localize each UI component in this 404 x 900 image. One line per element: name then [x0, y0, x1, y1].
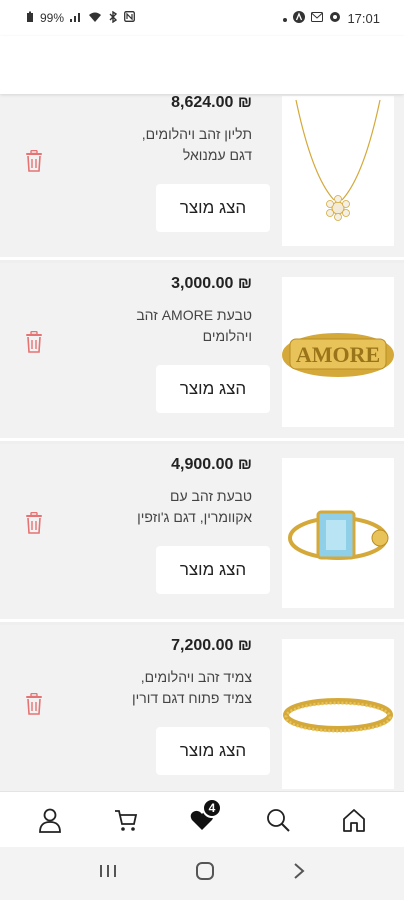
system-navigation-bar: [0, 847, 404, 900]
product-image-aquamarine[interactable]: [282, 458, 394, 608]
tab-search[interactable]: [254, 796, 302, 844]
battery-text: 99%: [40, 11, 65, 25]
app-icon: [293, 10, 306, 26]
amore-ring-image: AMORE: [282, 333, 394, 377]
trash-icon[interactable]: [24, 511, 44, 534]
product-price: ₪ 4,900.00: [171, 456, 252, 473]
status-bar: 99% 17:01: [0, 0, 404, 36]
mail-icon: [311, 11, 324, 25]
tab-profile[interactable]: [26, 796, 74, 844]
signal-icon: [70, 11, 82, 25]
app-header: [0, 36, 404, 94]
battery-icon: [26, 11, 34, 26]
pendant-necklace-image: [295, 99, 381, 221]
recents-button[interactable]: [98, 862, 118, 885]
tab-cart[interactable]: [102, 796, 150, 844]
product-image-amore[interactable]: AMORE: [282, 277, 394, 427]
status-left: 99%: [26, 10, 135, 26]
list-item: ₪ 4,900.00 טבעת זהב עם אקוומרין, דגם ג'ו…: [0, 444, 404, 622]
clock-time: 17:01: [347, 10, 380, 26]
view-product-button[interactable]: הצג מוצר: [156, 546, 270, 594]
product-image-pendant[interactable]: [282, 96, 394, 246]
product-title: טבעת זהב עם אקוומרין, דגם ג'וזפין: [137, 488, 252, 525]
wifi-icon: [88, 11, 102, 25]
wishlist-list[interactable]: ₪ 8,624.00 תליון זהב ויהלומים, דגם עמנוא…: [0, 94, 404, 791]
search-icon: [267, 808, 290, 832]
user-icon: [39, 808, 61, 833]
tab-home[interactable]: [330, 796, 378, 844]
back-button[interactable]: [292, 862, 306, 885]
list-item: AMORE ₪ 3,000.00 טבעת AMORE זהב ויהלומים…: [0, 263, 404, 441]
wishlist-count-badge: 4: [202, 797, 222, 818]
open-bracelet-image: [283, 698, 393, 733]
recents-icon: [100, 865, 117, 877]
tab-wishlist[interactable]: 4: [178, 796, 226, 844]
bottom-tab-bar: 4: [0, 791, 404, 847]
chevron-right-icon: [293, 863, 305, 879]
product-price: ₪ 8,624.00: [171, 94, 252, 111]
trash-icon[interactable]: [24, 330, 44, 353]
bluetooth-off-icon: [108, 10, 118, 26]
settings-icon: [329, 11, 341, 26]
home-icon: [343, 808, 365, 832]
dot-icon: [283, 11, 288, 25]
list-item: ₪ 8,624.00 תליון זהב ויהלומים, דגם עמנוא…: [0, 94, 404, 260]
trash-icon[interactable]: [24, 692, 44, 715]
home-square-icon: [195, 862, 214, 880]
product-title: צמיד זהב ויהלומים, צמיד פתוח דגם דורין: [132, 669, 252, 706]
product-price: ₪ 7,200.00: [171, 637, 252, 654]
view-product-button[interactable]: הצג מוצר: [156, 727, 270, 775]
product-title: טבעת AMORE זהב ויהלומים: [136, 307, 252, 344]
list-item: ₪ 7,200.00 צמיד זהב ויהלומים, צמיד פתוח …: [0, 625, 404, 791]
svg-text:AMORE: AMORE: [296, 342, 380, 367]
trash-icon[interactable]: [24, 149, 44, 172]
product-title: תליון זהב ויהלומים, דגם עמנואל: [141, 126, 252, 163]
nfc-icon: [124, 11, 135, 25]
aquamarine-ring-image: [288, 510, 389, 560]
product-image-bracelet[interactable]: [282, 639, 394, 789]
home-system-button[interactable]: [195, 861, 215, 886]
status-right: 17:01: [283, 10, 380, 26]
product-price: ₪ 3,000.00: [171, 275, 252, 292]
cart-icon: [115, 809, 138, 831]
view-product-button[interactable]: הצג מוצר: [156, 365, 270, 413]
view-product-button[interactable]: הצג מוצר: [156, 184, 270, 232]
